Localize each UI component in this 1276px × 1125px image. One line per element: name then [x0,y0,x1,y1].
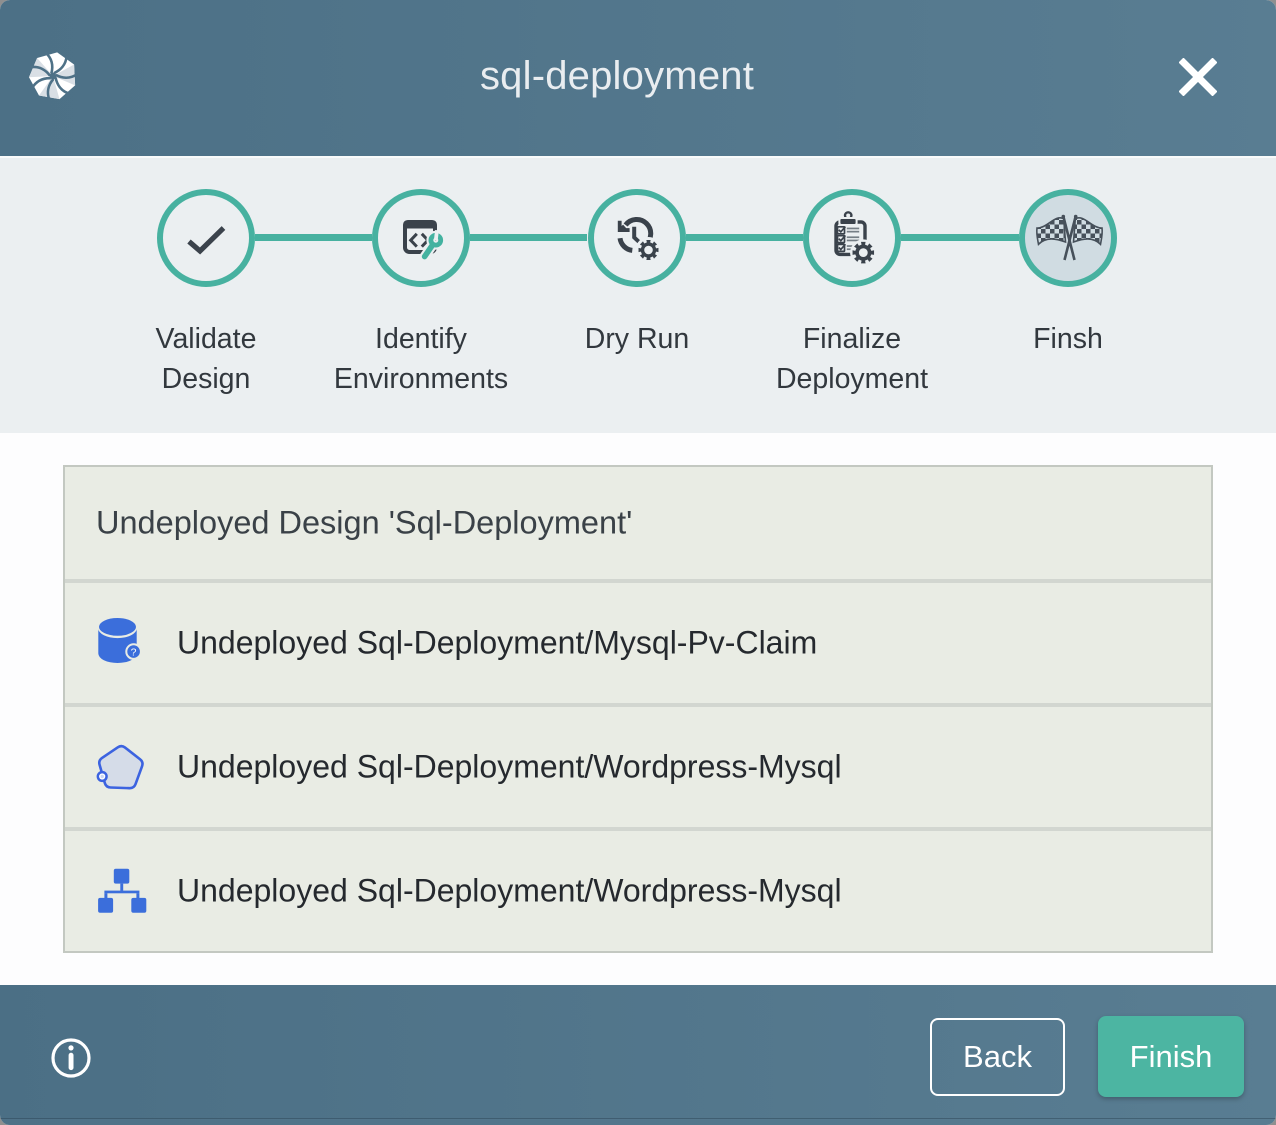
svg-text:?: ? [131,646,137,658]
